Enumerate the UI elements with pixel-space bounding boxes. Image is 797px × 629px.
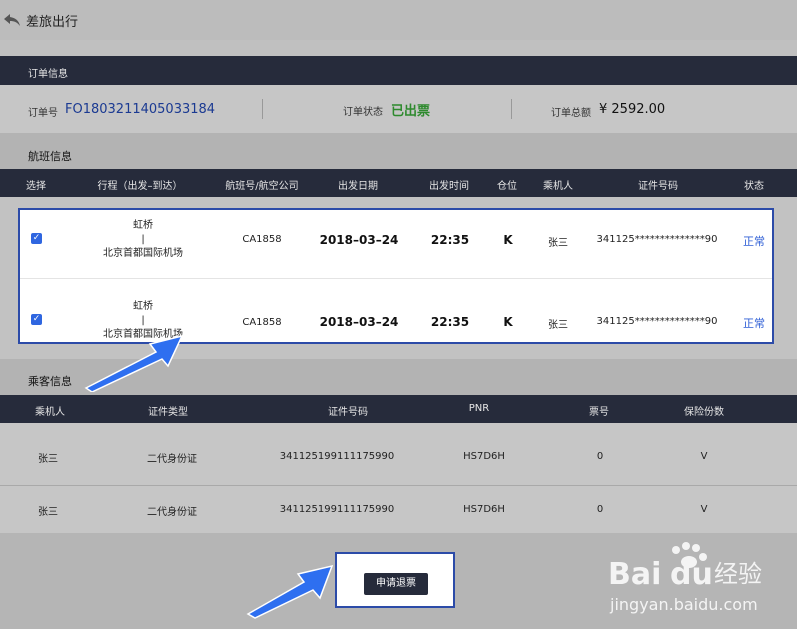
pnr: HS7D6H — [463, 504, 505, 515]
cabin-class: K — [503, 315, 513, 329]
insurance-count: V — [700, 451, 708, 462]
flight-section-title: 航班信息 — [28, 150, 72, 163]
flight-table-header: 选择 行程（出发–到达） 航班号/航空公司 出发日期 出发时间 仓位 乘机人 证… — [0, 169, 797, 197]
divider — [511, 99, 512, 119]
col-date: 出发日期 — [338, 181, 378, 192]
route-from: 虹桥 — [133, 301, 153, 312]
departure-date: 2018–03–24 — [319, 315, 399, 329]
id-type: 二代身份证 — [147, 454, 197, 465]
id-number: 341125199111175990 — [279, 504, 395, 515]
col-id-type: 证件类型 — [148, 407, 188, 418]
flight-number: CA1858 — [242, 317, 282, 328]
passenger-name: 张三 — [548, 238, 568, 249]
order-number-label: 订单号 — [28, 108, 58, 119]
ticket-number: 0 — [596, 504, 604, 515]
col-select: 选择 — [26, 181, 46, 192]
col-flight-no: 航班号/航空公司 — [225, 181, 299, 192]
route-separator: | — [141, 315, 145, 326]
route-to: 北京首都国际机场 — [103, 248, 183, 259]
page-title: 差旅出行 — [26, 15, 79, 30]
order-info-label: 订单信息 — [28, 69, 68, 80]
route-separator: | — [141, 234, 145, 245]
flight-route: 虹桥 | 北京首都国际机场 — [103, 219, 183, 261]
apply-refund-button[interactable]: 申请退票 — [364, 573, 428, 595]
order-total: ¥ 2592.00 — [599, 102, 666, 117]
annotation-arrow-icon — [246, 564, 334, 619]
order-info-header: 订单信息 — [0, 56, 797, 85]
row-divider — [20, 278, 772, 279]
col-time: 出发时间 — [429, 181, 469, 192]
passenger-name: 张三 — [38, 507, 58, 518]
watermark-brand-right: du — [670, 557, 713, 592]
flight-number: CA1858 — [242, 234, 282, 245]
col-pnr: PNR — [468, 403, 490, 414]
watermark-url: jingyan.baidu.com — [609, 595, 758, 614]
col-ticket: 票号 — [589, 407, 609, 418]
col-cabin: 仓位 — [497, 181, 517, 192]
departure-date: 2018–03–24 — [319, 233, 399, 247]
order-total-label: 订单总额 — [551, 108, 591, 119]
col-passenger: 乘机人 — [543, 181, 573, 192]
flight-row-checkbox[interactable]: ✓ — [31, 314, 42, 325]
divider — [262, 99, 263, 119]
passenger-section-title: 乘客信息 — [28, 375, 72, 388]
order-status: 已出票 — [391, 104, 431, 119]
watermark-brand-cn: 经验 — [714, 560, 762, 588]
passenger-table-header: 乘机人 证件类型 证件号码 PNR 票号 保险份数 — [0, 395, 797, 423]
col-passenger: 乘机人 — [35, 407, 65, 418]
passenger-name: 张三 — [548, 320, 568, 331]
passenger-name: 张三 — [38, 454, 58, 465]
flight-status: 正常 — [743, 317, 765, 330]
ticket-number: 0 — [596, 451, 604, 462]
top-bar — [0, 0, 797, 40]
id-type: 二代身份证 — [147, 507, 197, 518]
order-number: FO1803211405033184 — [65, 102, 216, 117]
cabin-class: K — [503, 233, 513, 247]
id-number: 341125**************90 — [596, 316, 718, 327]
flight-status: 正常 — [743, 235, 765, 248]
route-from: 虹桥 — [133, 220, 153, 231]
order-status-label: 订单状态 — [343, 107, 383, 118]
col-insurance: 保险份数 — [684, 407, 724, 418]
id-number: 341125199111175990 — [279, 451, 395, 462]
col-route: 行程（出发–到达） — [97, 181, 183, 192]
departure-time: 22:35 — [430, 233, 470, 247]
col-id-no: 证件号码 — [638, 181, 678, 192]
watermark-brand-left: Bai — [608, 557, 661, 592]
id-number: 341125**************90 — [596, 234, 718, 245]
annotation-arrow-icon — [84, 334, 184, 392]
col-status: 状态 — [744, 181, 764, 192]
flight-row-checkbox[interactable]: ✓ — [31, 233, 42, 244]
passenger-table-body — [0, 423, 797, 533]
row-divider — [0, 485, 797, 486]
departure-time: 22:35 — [430, 315, 470, 329]
back-arrow-icon[interactable] — [2, 10, 22, 30]
pnr: HS7D6H — [463, 451, 505, 462]
baidu-watermark-logo: Bai du 经验 jingyan.baidu.com — [608, 542, 762, 614]
spacer-strip — [0, 40, 797, 56]
insurance-count: V — [700, 504, 708, 515]
col-id-no: 证件号码 — [328, 407, 368, 418]
